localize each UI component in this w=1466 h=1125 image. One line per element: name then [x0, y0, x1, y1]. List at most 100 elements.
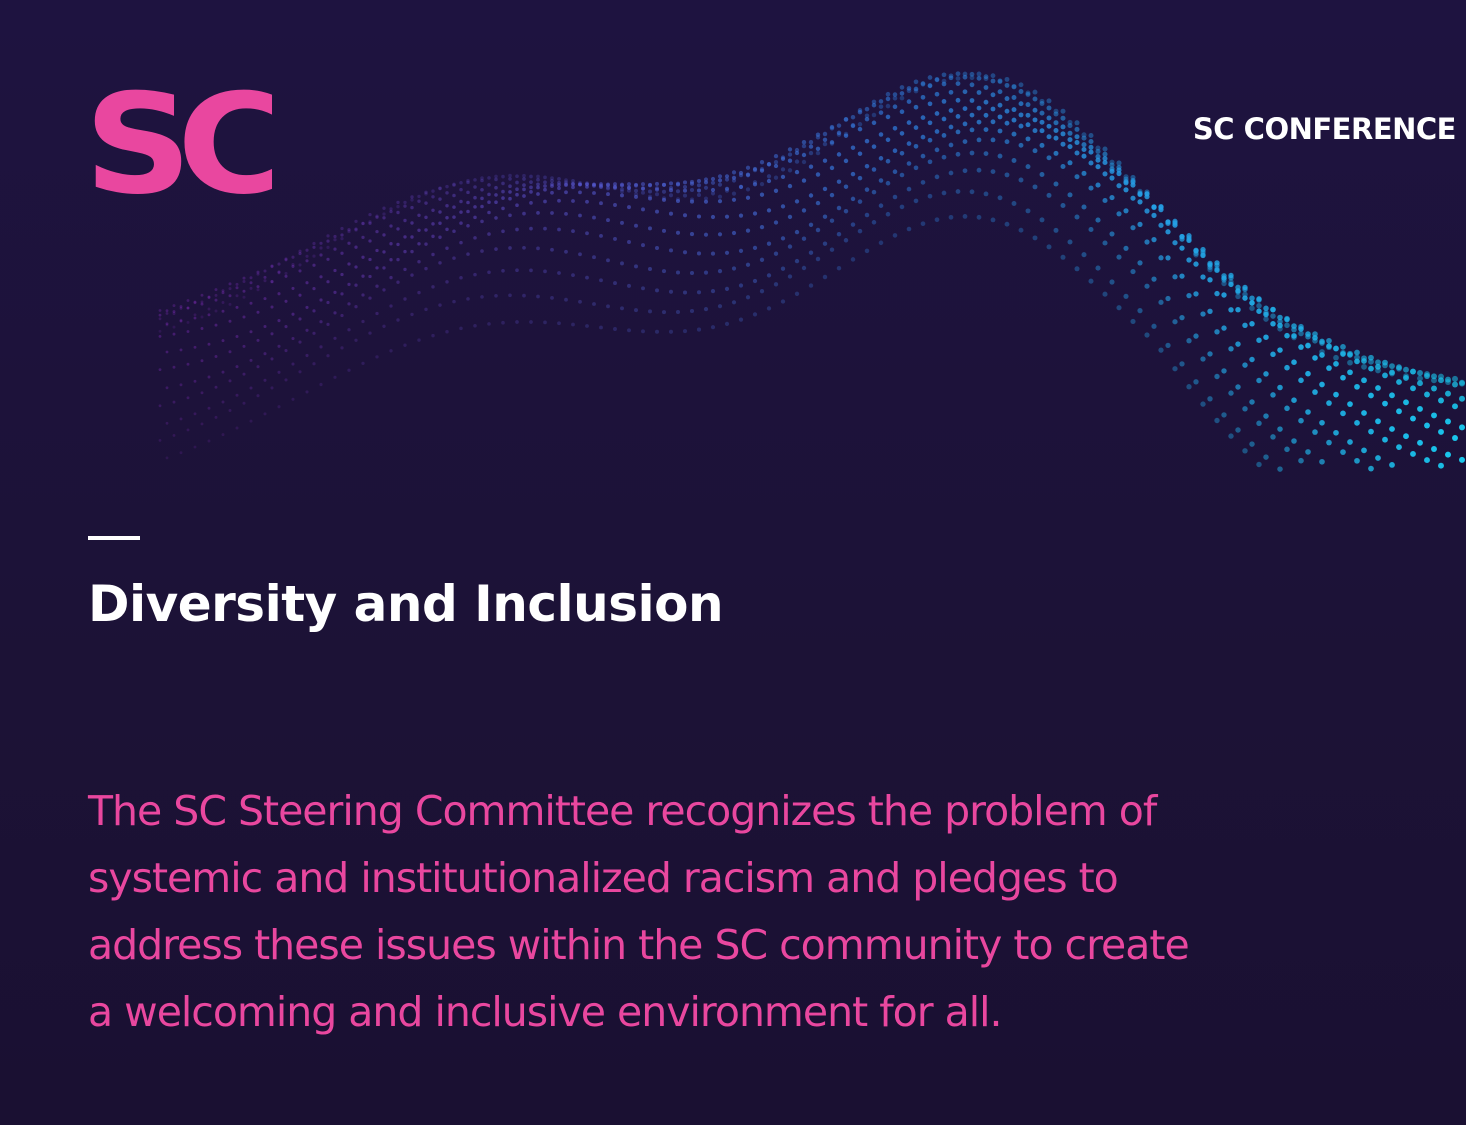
particle-dot [256, 270, 260, 274]
particle-dot [361, 274, 365, 278]
particle-dot [487, 270, 491, 275]
particle-dot [263, 269, 267, 273]
particle-dot [298, 263, 302, 267]
particle-dot [1032, 148, 1038, 154]
particle-dot [1200, 401, 1206, 407]
particle-dot [529, 185, 533, 190]
particle-dot [857, 199, 863, 204]
particle-dot [571, 199, 575, 203]
particle-dot [1081, 146, 1087, 153]
particle-dot [270, 264, 274, 268]
particle-dot [871, 167, 877, 172]
particle-dot [1221, 368, 1227, 374]
particle-dot [375, 229, 379, 234]
particle-dot [1214, 373, 1220, 380]
particle-dot [731, 175, 737, 180]
particle-dot [305, 281, 309, 285]
particle-dot [410, 195, 414, 199]
particle-dot [1025, 164, 1031, 170]
particle-dot [361, 235, 365, 240]
particle-dot [578, 182, 582, 187]
particle-dot [808, 250, 814, 255]
particle-dot [529, 226, 533, 231]
particle-dot [284, 258, 288, 262]
particle-dot [1165, 229, 1171, 235]
particle-dot [1375, 363, 1381, 370]
particle-dot [487, 192, 491, 197]
particle-dot [410, 249, 414, 254]
particle-dot [1263, 413, 1269, 419]
particle-dot [892, 233, 898, 238]
particle-dot [186, 428, 190, 432]
particle-dot [878, 240, 884, 246]
particle-dot [263, 324, 267, 329]
particle-dot [822, 214, 828, 219]
particle-dot [1277, 314, 1283, 321]
particle-dot [780, 236, 786, 241]
particle-dot [696, 183, 702, 188]
particle-dot [228, 350, 232, 354]
particle-dot [990, 106, 996, 112]
particle-dot [333, 311, 337, 315]
particle-dot [955, 97, 961, 103]
particle-dot [515, 180, 519, 185]
particle-dot [703, 232, 709, 237]
particle-dot [606, 182, 610, 187]
particle-dot [193, 379, 197, 383]
particle-dot [1144, 239, 1150, 245]
particle-dot [263, 279, 267, 283]
particle-dot [850, 114, 856, 120]
particle-dot [1270, 392, 1276, 398]
particle-dot [1319, 419, 1325, 426]
particle-dot [620, 182, 624, 187]
particle-dot [752, 211, 758, 216]
particle-dot [291, 264, 295, 268]
particle-dot [172, 365, 176, 369]
particle-dot [606, 218, 610, 223]
particle-dot [368, 239, 372, 243]
particle-dot [906, 86, 912, 91]
particle-dot [305, 259, 309, 263]
particle-dot [249, 358, 253, 362]
particle-dot [1403, 366, 1409, 373]
particle-dot [1060, 124, 1066, 130]
particle-dot [536, 177, 540, 182]
particle-dot [627, 205, 631, 210]
particle-dot [1137, 191, 1143, 197]
particle-dot [445, 280, 449, 284]
particle-dot [403, 235, 407, 239]
particle-dot [200, 293, 204, 297]
particle-dot [927, 137, 933, 143]
particle-dot [983, 85, 989, 90]
particle-dot [1214, 329, 1220, 335]
particle-dot [724, 214, 730, 219]
particle-dot [214, 288, 218, 292]
particle-dot [661, 189, 667, 194]
particle-dot [641, 329, 645, 334]
particle-dot [822, 274, 828, 280]
particle-dot [710, 176, 716, 182]
particle-dot [1067, 192, 1073, 198]
particle-dot [934, 147, 940, 153]
particle-dot [836, 231, 842, 237]
particle-dot [899, 85, 905, 90]
particle-dot [1207, 262, 1213, 268]
particle-dot [1459, 456, 1465, 463]
particle-dot [1298, 417, 1304, 424]
particle-dot [1193, 379, 1199, 385]
statement-line: The SC Steering Committee recognizes the… [88, 787, 1157, 835]
particle-dot [179, 319, 183, 323]
particle-dot [326, 322, 330, 327]
particle-dot [1326, 439, 1332, 446]
particle-dot [480, 204, 484, 209]
particle-dot [1354, 420, 1360, 426]
particle-dot [920, 81, 926, 86]
particle-dot [822, 158, 828, 163]
particle-dot [382, 212, 386, 216]
particle-dot [1032, 96, 1038, 102]
particle-dot [661, 228, 667, 233]
particle-dot [158, 317, 162, 321]
particle-dot [969, 189, 975, 195]
particle-dot [382, 266, 386, 270]
particle-dot [277, 319, 281, 323]
